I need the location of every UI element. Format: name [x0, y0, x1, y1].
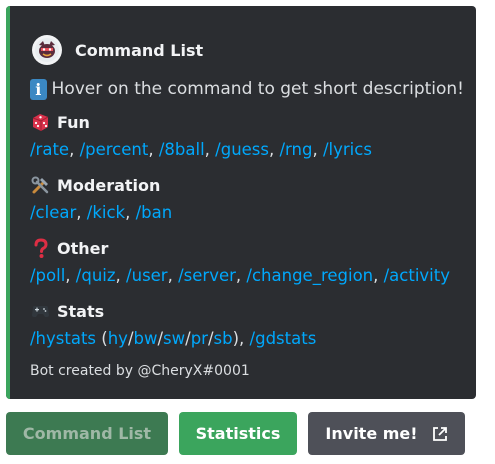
command-hystats[interactable]: /hystats: [30, 329, 96, 348]
field-value: /clear, /kick, /ban: [30, 203, 173, 222]
command-poll[interactable]: /poll: [30, 266, 65, 285]
field-title: Stats: [30, 299, 466, 323]
command-guess[interactable]: /guess: [215, 140, 269, 159]
question-mark-icon: [30, 237, 51, 259]
field-value: /poll, /quiz, /user, /server, /change_re…: [30, 266, 451, 285]
description-text: Hover on the command to get short descri…: [51, 79, 464, 99]
field-other: Other /poll, /quiz, /user, /server, /cha…: [30, 236, 466, 288]
embed-description: i Hover on the command to get short desc…: [30, 77, 464, 101]
command-percent[interactable]: /percent: [80, 140, 149, 159]
statistics-button-label: Statistics: [195, 424, 281, 443]
embed-author: Command List: [32, 33, 203, 67]
command-activity[interactable]: /activity: [384, 266, 450, 285]
command-hystats-mode[interactable]: sb: [214, 329, 233, 348]
embed-title: Command List: [75, 40, 204, 60]
command-lyrics[interactable]: /lyrics: [323, 140, 372, 159]
command-kick[interactable]: /kick: [87, 203, 125, 222]
field-value: /hystats (hy/bw/sw/pr/sb), /gdstats: [30, 329, 317, 348]
embed-accent-bar: [6, 6, 10, 399]
field-title: Other: [30, 236, 466, 260]
field-title-text: Other: [57, 238, 109, 258]
tools-icon: [30, 175, 51, 196]
statistics-button[interactable]: Statistics: [179, 412, 297, 455]
command-hystats-mode[interactable]: pr: [191, 329, 208, 348]
command-user[interactable]: /user: [126, 266, 168, 285]
dice-icon: [30, 112, 51, 133]
field-title: Fun: [30, 110, 466, 134]
field-value: /rate, /percent, /8ball, /guess, /rng, /…: [30, 140, 372, 159]
command-change-region[interactable]: /change_region: [246, 266, 373, 285]
command-8ball[interactable]: /8ball: [159, 140, 205, 159]
bot-avatar-icon[interactable]: [32, 35, 62, 65]
command-rate[interactable]: /rate: [30, 140, 69, 159]
embed: Command List i Hover on the command to g…: [6, 6, 476, 399]
external-link-icon: [432, 426, 448, 442]
info-icon: i: [30, 78, 47, 100]
command-quiz[interactable]: /quiz: [76, 266, 116, 285]
command-hystats-mode[interactable]: hy: [108, 329, 128, 348]
embed-footer: Bot created by @CheryX#0001: [30, 363, 250, 379]
command-hystats-mode[interactable]: sw: [163, 329, 185, 348]
field-title: Moderation: [30, 173, 466, 197]
command-list-button[interactable]: Command List: [6, 412, 168, 455]
command-clear[interactable]: /clear: [30, 203, 76, 222]
command-hystats-mode[interactable]: bw: [134, 329, 158, 348]
field-title-text: Moderation: [57, 175, 161, 195]
gamepad-icon: [30, 301, 51, 322]
command-gdstats[interactable]: /gdstats: [250, 329, 317, 348]
invite-button[interactable]: Invite me!: [308, 412, 465, 455]
command-ban[interactable]: /ban: [136, 203, 173, 222]
field-title-text: Stats: [57, 301, 105, 321]
field-moderation: Moderation /clear, /kick, /ban: [30, 173, 466, 225]
field-title-text: Fun: [57, 112, 90, 132]
command-list-button-label: Command List: [22, 424, 152, 443]
command-server[interactable]: /server: [178, 266, 236, 285]
command-rng[interactable]: /rng: [280, 140, 313, 159]
field-fun: Fun /rate, /percent, /8ball, /guess, /rn…: [30, 110, 466, 162]
field-stats: Stats /hystats (hy/bw/sw/pr/sb), /gdstat…: [30, 299, 466, 351]
invite-button-label: Invite me!: [325, 424, 418, 443]
